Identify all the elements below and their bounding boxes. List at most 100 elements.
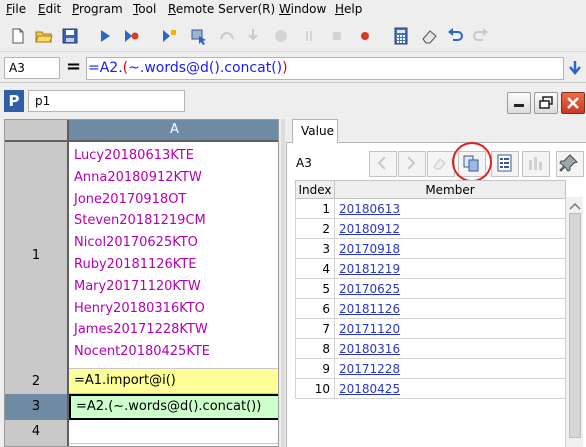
bar-chart-icon bbox=[529, 157, 542, 170]
panel-splitter[interactable] bbox=[281, 119, 285, 447]
member-link[interactable]: 20170918 bbox=[339, 242, 400, 256]
cell-a1-line: James20171228KTW bbox=[74, 322, 208, 338]
row-index: 1 bbox=[295, 198, 335, 219]
value-table: Index Member 1 20180613 2 20180912 3 201709… bbox=[295, 180, 566, 399]
row-header-3[interactable]: 3 bbox=[5, 394, 69, 421]
expand-formula-icon[interactable] bbox=[568, 60, 582, 76]
eraser-icon[interactable] bbox=[420, 27, 438, 45]
row-member[interactable]: 20180316 bbox=[334, 338, 566, 359]
row-index: 6 bbox=[295, 298, 335, 319]
cell-a1-line: Nocent20180425KTE bbox=[74, 344, 210, 360]
cell-a1-line: Henry20180316KTO bbox=[74, 300, 205, 316]
row-member[interactable]: 20180613 bbox=[334, 198, 566, 219]
run-to-cursor-icon[interactable] bbox=[190, 27, 208, 45]
cell-a1[interactable]: Lucy20180613KTE Anna20180912KTW Jone2017… bbox=[69, 142, 278, 369]
formula-input[interactable]: =A2.(~.words@d().concat()) bbox=[86, 57, 564, 80]
vertical-scrollbar[interactable] bbox=[565, 197, 583, 447]
table-row: 3 20170918 bbox=[295, 238, 566, 259]
scrollbar-thumb[interactable] bbox=[569, 213, 581, 438]
chart-button bbox=[522, 151, 550, 177]
row-member[interactable]: 20170918 bbox=[334, 238, 566, 259]
open-folder-icon[interactable] bbox=[35, 27, 53, 45]
cell-a1-line: Ruby20181126KTE bbox=[74, 256, 197, 272]
row-member[interactable]: 20170625 bbox=[334, 278, 566, 299]
debug-run-icon[interactable] bbox=[122, 27, 140, 45]
table-row: 10 20180425 bbox=[295, 378, 566, 399]
row-header-2[interactable]: 2 bbox=[5, 369, 69, 395]
row-member[interactable]: 20171228 bbox=[334, 358, 566, 379]
member-link[interactable]: 20181219 bbox=[339, 262, 400, 276]
table-row: 2 20180912 bbox=[295, 218, 566, 239]
row-header-4[interactable]: 4 bbox=[5, 420, 69, 445]
calculator-icon[interactable] bbox=[392, 27, 410, 45]
save-icon[interactable] bbox=[61, 27, 79, 45]
menu-help[interactable]: Help bbox=[335, 2, 362, 16]
column-header-member[interactable]: Member bbox=[334, 180, 566, 199]
cell-reference-field[interactable]: A3 bbox=[4, 57, 60, 79]
new-file-icon[interactable] bbox=[9, 27, 27, 45]
grid-corner[interactable] bbox=[5, 120, 69, 142]
cell-a1-line: Jone20170918OT bbox=[74, 191, 187, 207]
menu-tool[interactable]: Tool bbox=[133, 2, 156, 16]
run-icon[interactable] bbox=[96, 27, 114, 45]
arrow-left-icon bbox=[377, 156, 386, 170]
row-member[interactable]: 20180425 bbox=[334, 378, 566, 399]
member-link[interactable]: 20180425 bbox=[339, 382, 400, 396]
member-link[interactable]: 20171120 bbox=[339, 322, 400, 336]
row-member[interactable]: 20180912 bbox=[334, 218, 566, 239]
value-cell-reference: A3 bbox=[296, 156, 312, 170]
step-icon[interactable] bbox=[160, 27, 178, 45]
cell-a1-line: Anna20180912KTW bbox=[74, 169, 202, 185]
sheet-tab-p1[interactable]: p1 bbox=[28, 90, 185, 112]
table-row: 9 20171228 bbox=[295, 358, 566, 379]
row-index: 2 bbox=[295, 218, 335, 239]
arrow-right-icon bbox=[407, 156, 416, 170]
row-header-1[interactable]: 1 bbox=[5, 142, 69, 370]
stop-icon bbox=[306, 31, 312, 41]
cell-a1-line: Mary20171120KTW bbox=[74, 278, 201, 294]
menu-file[interactable]: File bbox=[6, 2, 26, 16]
member-link[interactable]: 20171228 bbox=[339, 362, 400, 376]
pin-button[interactable] bbox=[556, 151, 584, 177]
member-link[interactable]: 20181126 bbox=[339, 302, 400, 316]
row-member[interactable]: 20171120 bbox=[334, 318, 566, 339]
row-index: 5 bbox=[295, 278, 335, 299]
table-list-icon bbox=[497, 154, 512, 172]
formula-equals-sign: = bbox=[66, 56, 82, 77]
breakpoint-dot-icon[interactable] bbox=[356, 27, 374, 45]
minimize-button[interactable] bbox=[507, 92, 531, 114]
member-link[interactable]: 20180316 bbox=[339, 342, 400, 356]
row-index: 4 bbox=[295, 258, 335, 279]
member-link[interactable]: 20170625 bbox=[339, 282, 400, 296]
menu-program[interactable]: Program bbox=[72, 2, 123, 16]
close-button[interactable] bbox=[561, 92, 585, 114]
toolbar bbox=[0, 20, 586, 52]
table-row: 7 20171120 bbox=[295, 318, 566, 339]
cell-a4[interactable] bbox=[69, 420, 278, 444]
formula-part-body: ~.words@d().concat() bbox=[128, 60, 283, 76]
sheet-logo-icon: P bbox=[4, 90, 24, 112]
table-row: 1 20180613 bbox=[295, 198, 566, 219]
forward-button bbox=[398, 151, 426, 177]
cell-a2[interactable]: =A1.import@i() bbox=[69, 369, 278, 394]
row-member[interactable]: 20181219 bbox=[334, 258, 566, 279]
tab-value[interactable]: Value bbox=[292, 119, 338, 143]
row-index: 9 bbox=[295, 358, 335, 379]
member-link[interactable]: 20180912 bbox=[339, 222, 400, 236]
restore-icon bbox=[539, 96, 553, 109]
undo-icon[interactable] bbox=[446, 27, 464, 45]
cell-a1-line: Nicol20170625KTO bbox=[74, 235, 198, 251]
row-index: 8 bbox=[295, 338, 335, 359]
row-member[interactable]: 20181126 bbox=[334, 298, 566, 319]
table-row: 6 20181126 bbox=[295, 298, 566, 319]
cell-a3[interactable]: =A2.(~.words@d().concat()) bbox=[69, 394, 278, 420]
menu-window[interactable]: Window bbox=[279, 2, 326, 16]
column-header-index[interactable]: Index bbox=[295, 180, 335, 199]
table-view-button[interactable] bbox=[491, 151, 519, 177]
menu-edit[interactable]: Edit bbox=[38, 2, 61, 16]
column-header-a[interactable]: A bbox=[69, 120, 278, 142]
restore-button[interactable] bbox=[534, 92, 558, 114]
scroll-up-icon[interactable] bbox=[566, 199, 584, 213]
member-link[interactable]: 20180613 bbox=[339, 202, 400, 216]
menu-remote-server[interactable]: Remote Server(R) bbox=[168, 2, 275, 16]
